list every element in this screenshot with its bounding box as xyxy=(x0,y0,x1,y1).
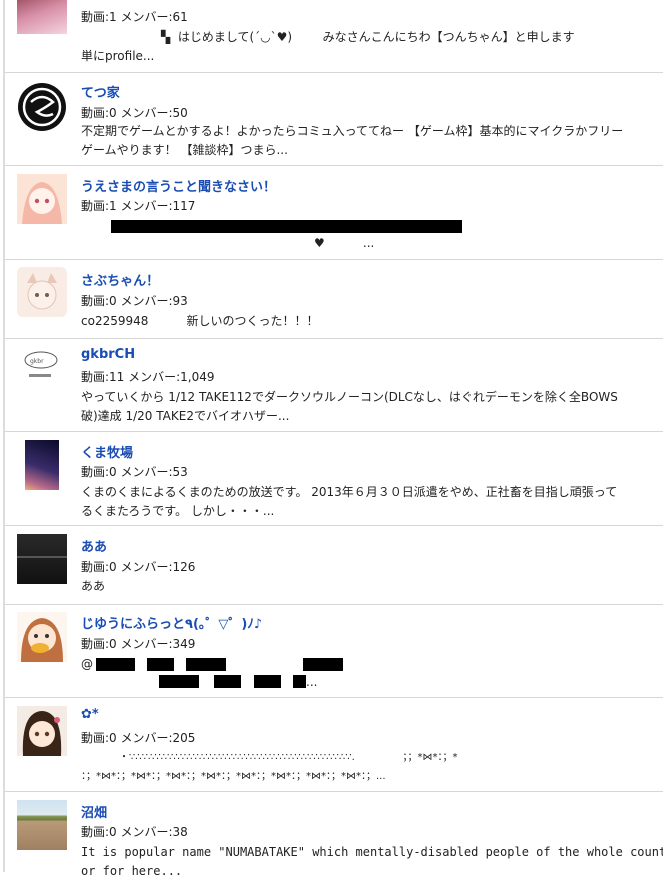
community-name-link[interactable]: ああ xyxy=(81,536,107,555)
list-item: じゆうにふらっと٩(｡゜▽゜)ﾉ♪ 動画:0 メンバー:349 @ ... xyxy=(5,604,663,698)
list-item: くま牧場 動画:0 メンバー:53 くまのくまによるくまのための放送です。 20… xyxy=(5,431,663,526)
list-item: 沼畑 動画:0 メンバー:38 It is popular name "NUMA… xyxy=(5,791,663,881)
tetsuya-logo-icon xyxy=(18,83,66,131)
community-stats: 動画:0 メンバー:126 xyxy=(81,560,196,574)
anime-avatar-icon xyxy=(17,174,67,224)
gkbr-logo-icon: gkbr xyxy=(24,351,58,377)
community-name-link[interactable]: gkbrCH xyxy=(81,347,135,362)
community-name-link[interactable]: てつ家 xyxy=(81,82,120,101)
community-stats: 動画:0 メンバー:205 xyxy=(81,731,196,745)
anime-avatar-icon xyxy=(17,267,67,317)
community-stats: 動画:0 メンバー:38 xyxy=(81,825,188,839)
redacted-block xyxy=(303,658,343,671)
community-thumbnail[interactable] xyxy=(17,612,67,662)
community-thumbnail[interactable] xyxy=(25,440,59,490)
anime-avatar-icon xyxy=(17,612,67,662)
community-description: ああ xyxy=(81,579,106,593)
community-description: co2259948 新しいのつくった！！！ xyxy=(81,314,319,328)
community-description: ・∵∴∵∴∵∴∵∴∵∴∵∴∵∴∵∴∵∴∵∴∵∴∵∴∵∴∵∴∵∴∵∴∵∴∵. ；；… xyxy=(81,752,458,782)
svg-text:gkbr: gkbr xyxy=(30,358,44,365)
community-name-link[interactable]: 沼畑 xyxy=(81,802,107,821)
community-description: ▚ はじめまして(´◡`♥) みなさんこんにちわ【つんちゃん】と申します 単にp… xyxy=(81,30,575,63)
community-description: ♥ ... xyxy=(314,236,375,250)
redacted-block xyxy=(96,658,135,671)
community-thumbnail[interactable]: gkbr xyxy=(17,344,67,394)
community-thumbnail[interactable] xyxy=(17,174,67,224)
community-name-link[interactable]: さぶちゃん！ xyxy=(81,270,159,289)
community-name-link[interactable]: じゆうにふらっと٩(｡゜▽゜)ﾉ♪ xyxy=(81,613,262,632)
redacted-block xyxy=(111,220,462,233)
community-description: 不定期でゲームとかするよ！よかったらコミュ入っててねー 【ゲーム枠】基本的にマイ… xyxy=(81,124,624,157)
community-stats: 動画:1 メンバー:117 xyxy=(81,199,196,213)
list-item: gkbr gkbrCH 動画:11 メンバー:1,049 やっていくから 1/1… xyxy=(5,338,663,432)
community-stats: 動画:0 メンバー:50 xyxy=(81,106,188,120)
redacted-block xyxy=(186,658,226,671)
community-stats: 動画:0 メンバー:349 xyxy=(81,637,196,651)
community-description: やっていくから 1/12 TAKE112でダークソウルノーコン(DLCなし、はぐ… xyxy=(81,390,618,423)
anime-avatar-icon xyxy=(17,706,67,756)
no-image-icon xyxy=(17,556,67,558)
list-item: 動画:1 メンバー:61 ▚ はじめまして(´◡`♥) みなさんこんにちわ【つん… xyxy=(5,0,663,73)
community-stats: 動画:11 メンバー:1,049 xyxy=(81,370,215,384)
community-description: It is popular name "NUMABATAKE" which me… xyxy=(81,845,663,878)
community-thumbnail[interactable] xyxy=(17,267,67,317)
list-item: ✿* 動画:0 メンバー:205 ・∵∴∵∴∵∴∵∴∵∴∵∴∵∴∵∴∵∴∵∴∵∴… xyxy=(5,697,663,792)
community-name-link[interactable]: ✿* xyxy=(81,707,99,722)
community-name-link[interactable]: うえさまの言うこと聞きなさい！ xyxy=(81,176,276,195)
list-item: うえさまの言うこと聞きなさい！ 動画:1 メンバー:117 ♥ ... xyxy=(5,165,663,260)
community-thumbnail[interactable] xyxy=(17,706,67,756)
community-thumbnail[interactable] xyxy=(17,82,67,132)
list-item: てつ家 動画:0 メンバー:50 不定期でゲームとかするよ！よかったらコミュ入っ… xyxy=(5,72,663,166)
community-thumbnail[interactable] xyxy=(17,534,67,584)
community-stats: 動画:1 メンバー:61 xyxy=(81,10,188,24)
list-item: ああ 動画:0 メンバー:126 ああ xyxy=(5,525,663,605)
community-name-link[interactable]: くま牧場 xyxy=(81,442,133,461)
community-thumbnail[interactable] xyxy=(17,0,67,34)
community-description: くまのくまによるくまのための放送です。 2013年６月３０日派遣をやめ、正社畜を… xyxy=(81,485,618,518)
community-stats: 動画:0 メンバー:93 xyxy=(81,294,188,308)
community-stats: 動画:0 メンバー:53 xyxy=(81,465,188,479)
redacted-block xyxy=(147,658,174,671)
list-item: さぶちゃん！ 動画:0 メンバー:93 co2259948 新しいのつくった！！… xyxy=(5,259,663,339)
community-description-ellipsis: ... xyxy=(306,675,318,689)
community-thumbnail[interactable] xyxy=(17,800,67,850)
